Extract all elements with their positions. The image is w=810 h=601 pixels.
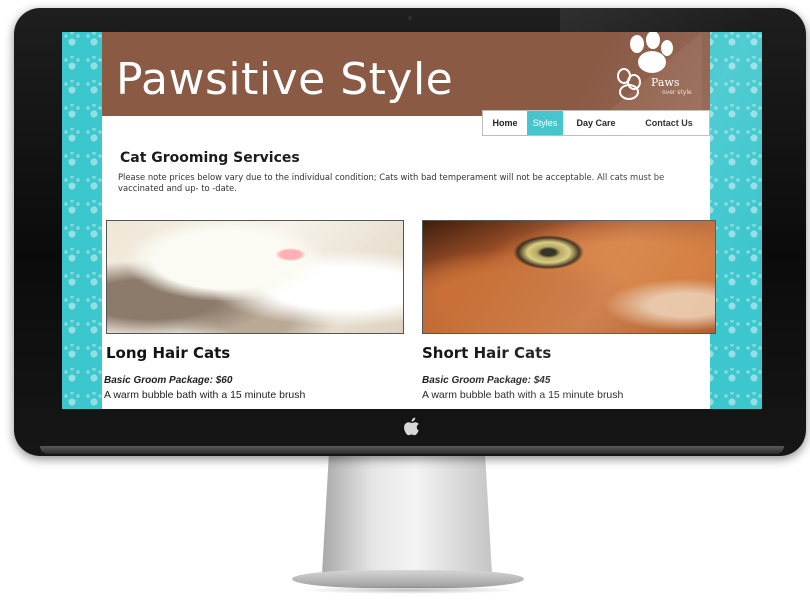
nav-day-care[interactable]: Day Care [563,111,629,135]
long-hair-title: Long Hair Cats [106,344,231,362]
short-hair-package: Basic Groom Package: $45 [422,375,551,386]
long-hair-cat-photo [106,220,404,334]
site-title: Pawsitive Style [116,54,454,105]
desktop-mockup-scene: Pawsitive Style Paws over style Home Sty… [0,0,810,601]
long-hair-description: A warm bubble bath with a 15 minute brus… [104,389,306,401]
monitor-stand-neck [322,456,492,574]
logo-word: Paws [651,76,680,89]
monitor-chin-edge [40,446,784,454]
long-hair-package: Basic Groom Package: $60 [104,375,233,386]
page-title: Cat Grooming Services [120,150,300,166]
web-page: Pawsitive Style Paws over style Home Sty… [102,32,716,409]
monitor-stand-shadow [300,586,520,594]
apple-logo-icon [403,417,421,437]
nav-home[interactable]: Home [483,111,527,135]
short-hair-description: A warm bubble bath with a 15 minute brus… [422,389,624,401]
nav-styles[interactable]: Styles [527,111,563,135]
short-hair-title: Short Hair Cats [422,344,552,362]
camera-icon [408,16,412,20]
monitor-screen: Pawsitive Style Paws over style Home Sty… [62,32,762,409]
main-nav: Home Styles Day Care Contact Us [482,110,710,136]
paw-logo-icon[interactable] [610,32,702,110]
site-header: Pawsitive Style Paws over style [102,32,710,116]
pricing-notice: Please note prices below vary due to the… [118,172,665,193]
short-hair-cat-photo [422,220,716,334]
nav-contact-us[interactable]: Contact Us [629,111,709,135]
logo-tagline: over style [662,89,692,96]
